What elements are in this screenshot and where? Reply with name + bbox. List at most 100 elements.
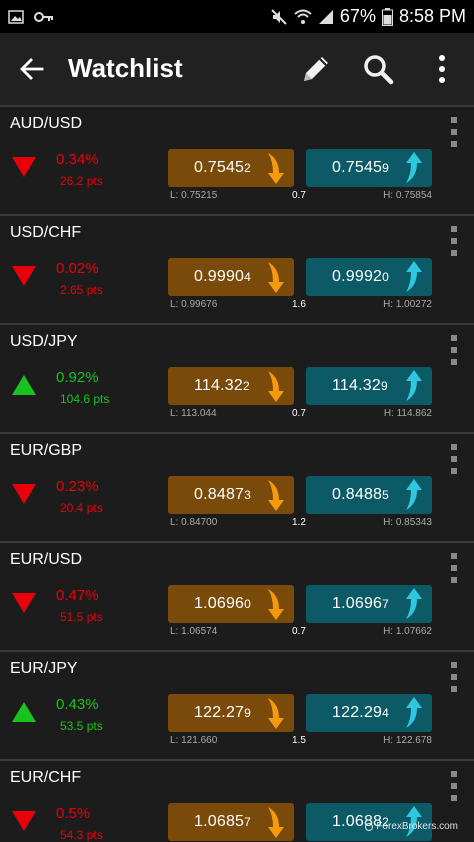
spread-value: 1.5 [292,735,306,746]
currency-pair: EUR/JPY [10,660,78,677]
key-icon [34,11,53,22]
watchlist-row[interactable]: EUR/JPY 0.43% 53.5 pts 122.279 122.294 L… [0,650,474,759]
spread-value: 1.2 [292,517,306,528]
high-value: H: 1.07662 [383,626,432,637]
image-icon [8,9,24,24]
sell-arrow-icon [268,371,284,402]
buy-price: 1.06967 [332,595,390,612]
buy-price: 0.99920 [332,268,390,285]
sell-price: 122.279 [194,704,252,721]
low-value: L: 0.84700 [170,517,218,528]
change-points: 54.3 pts [60,828,103,842]
edit-button[interactable] [296,49,336,89]
trend-arrow-icon [12,375,36,395]
sell-button[interactable]: 114.322 [168,367,294,405]
sell-button[interactable]: 1.06857 [168,803,294,841]
high-value: H: 0.85343 [383,517,432,528]
pencil-icon [304,57,328,81]
high-value: H: 114.862 [383,408,432,419]
sell-price: 1.06857 [194,813,252,830]
low-value: L: 121.660 [170,735,218,746]
sell-price: 1.06960 [194,595,252,612]
spread-value: 1.6 [292,299,306,310]
trend-arrow-icon [12,157,36,177]
buy-button[interactable]: 0.84885 [306,476,432,514]
row-menu-icon[interactable] [450,771,458,801]
currency-pair: EUR/CHF [10,769,82,786]
change-percent: 0.47% [56,587,99,604]
overflow-menu-button[interactable] [422,49,462,89]
buy-button[interactable]: 0.99920 [306,258,432,296]
watchlist-row[interactable]: EUR/USD 0.47% 51.5 pts 1.06960 1.06967 L… [0,541,474,650]
row-menu-icon[interactable] [450,117,458,147]
trend-arrow-icon [12,702,36,722]
watermark: ForexBrokers.com [365,821,458,832]
watchlist-row[interactable]: USD/JPY 0.92% 104.6 pts 114.322 114.329 … [0,323,474,432]
buy-arrow-icon [406,697,422,728]
watchlist-row[interactable]: EUR/GBP 0.23% 20.4 pts 0.84873 0.84885 L… [0,432,474,541]
change-percent: 0.92% [56,369,99,386]
sell-arrow-icon [268,153,284,184]
change-points: 51.5 pts [60,610,103,624]
buy-button[interactable]: 1.06967 [306,585,432,623]
change-percent: 0.5% [56,805,91,822]
currency-pair: EUR/USD [10,551,83,568]
sell-button[interactable]: 1.06960 [168,585,294,623]
change-percent: 0.23% [56,478,99,495]
sell-arrow-icon [268,480,284,511]
row-menu-icon[interactable] [450,553,458,583]
clock: 8:58 PM [398,6,466,26]
currency-pair: AUD/USD [10,115,83,132]
low-value: L: 0.99676 [170,299,218,310]
buy-arrow-icon [406,370,422,401]
watchlist-row[interactable]: AUD/USD 0.34% 26.2 pts 0.75452 0.75459 L… [0,105,474,214]
row-menu-icon[interactable] [450,444,458,474]
page-title: Watchlist [68,53,183,83]
watchlist-row[interactable]: USD/CHF 0.02% 2.65 pts 0.99904 0.99920 L… [0,214,474,323]
sell-price: 114.322 [194,377,250,394]
buy-price: 0.75459 [332,159,390,176]
sell-button[interactable]: 0.75452 [168,149,294,187]
change-points: 20.4 pts [60,501,103,515]
change-percent: 0.02% [56,260,99,277]
high-value: H: 122.678 [383,735,432,746]
currency-pair: USD/CHF [10,224,82,241]
sell-arrow-icon [268,589,284,620]
row-menu-icon[interactable] [450,662,458,692]
buy-arrow-icon [406,479,422,510]
row-menu-icon[interactable] [450,335,458,365]
buy-price: 122.294 [332,704,390,721]
change-points: 53.5 pts [60,719,103,733]
back-arrow-icon[interactable] [18,55,46,83]
overflow-menu-icon [439,55,445,83]
app-bar: Watchlist [0,33,474,105]
buy-arrow-icon [406,152,422,183]
sell-price: 0.75452 [194,159,252,176]
buy-button[interactable]: 114.329 [306,367,432,405]
row-menu-icon[interactable] [450,226,458,256]
buy-price: 0.84885 [332,486,390,503]
search-button[interactable] [358,49,398,89]
watermark-logo-icon [365,822,374,831]
spread-value: 0.7 [292,626,306,637]
trend-arrow-icon [12,484,36,504]
change-points: 2.65 pts [60,283,103,297]
battery-percentage: 67% [339,6,376,26]
buy-arrow-icon [406,588,422,619]
signal-icon [318,9,333,24]
sell-button[interactable]: 0.84873 [168,476,294,514]
change-percent: 0.43% [56,696,99,713]
buy-button[interactable]: 122.294 [306,694,432,732]
low-value: L: 1.06574 [170,626,218,637]
buy-button[interactable]: 0.75459 [306,149,432,187]
watchlist: AUD/USD 0.34% 26.2 pts 0.75452 0.75459 L… [0,105,474,842]
currency-pair: EUR/GBP [10,442,83,459]
sell-arrow-icon [268,262,284,293]
wifi-icon [294,9,312,24]
spread-value: 0.7 [292,190,306,201]
sell-button[interactable]: 122.279 [168,694,294,732]
change-percent: 0.34% [56,151,99,168]
sell-arrow-icon [268,807,284,838]
buy-arrow-icon [406,261,422,292]
sell-button[interactable]: 0.99904 [168,258,294,296]
